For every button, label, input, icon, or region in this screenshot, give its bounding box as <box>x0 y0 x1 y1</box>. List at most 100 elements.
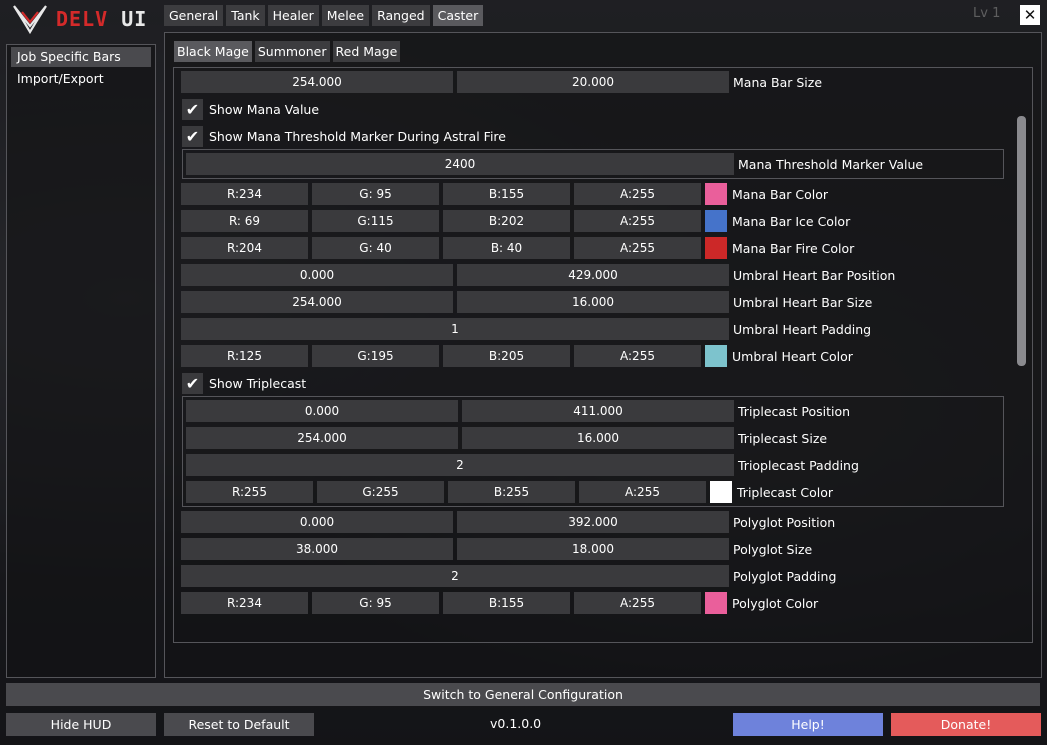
show-triplecast-row: ✔ Show Triplecast <box>182 372 306 394</box>
polyglot-color-a[interactable]: A:255 <box>574 592 701 614</box>
mana-bar-ice-color-swatch[interactable] <box>705 210 727 232</box>
show-mana-value-row: ✔ Show Mana Value <box>182 98 319 120</box>
umbral-heart-color-r[interactable]: R:125 <box>181 345 308 367</box>
polyglot-y-input[interactable]: 392.000 <box>457 511 729 533</box>
triplecast-size-row: 254.000 16.000 Triplecast Size <box>186 427 827 449</box>
triplecast-color-row: R:255 G:255 B:255 A:255 Triplecast Color <box>186 481 833 503</box>
version-label: v0.1.0.0 <box>490 716 542 731</box>
scrollbar-thumb[interactable] <box>1017 116 1026 366</box>
show-triplecast-checkbox[interactable]: ✔ <box>182 372 203 394</box>
mana-bar-fire-color-label: Mana Bar Fire Color <box>732 240 855 256</box>
polyglot-color-swatch[interactable] <box>705 592 727 614</box>
triplecast-color-a[interactable]: A:255 <box>579 481 706 503</box>
triplecast-color-g[interactable]: G:255 <box>317 481 444 503</box>
mana-bar-color-g[interactable]: G: 95 <box>312 183 439 205</box>
mana-bar-color-r[interactable]: R:234 <box>181 183 308 205</box>
polyglot-height-input[interactable]: 18.000 <box>457 538 729 560</box>
mana-bar-fire-color-g[interactable]: G: 40 <box>312 237 439 259</box>
show-mana-value-checkbox[interactable]: ✔ <box>182 98 203 120</box>
umbral-heart-height-input[interactable]: 16.000 <box>457 291 729 313</box>
close-icon: ✕ <box>1023 6 1037 24</box>
mana-bar-color-a[interactable]: A:255 <box>574 183 701 205</box>
polyglot-color-r[interactable]: R:234 <box>181 592 308 614</box>
umbral-heart-size-row: 254.000 16.000 Umbral Heart Bar Size <box>181 291 872 313</box>
sidebar-item-import-export[interactable]: Import/Export <box>11 69 151 89</box>
mana-bar-fire-color-a[interactable]: A:255 <box>574 237 701 259</box>
polyglot-size-label: Polyglot Size <box>733 541 813 557</box>
mana-bar-color-swatch[interactable] <box>705 183 727 205</box>
mana-bar-ice-color-b[interactable]: B:202 <box>443 210 570 232</box>
triplecast-width-input[interactable]: 254.000 <box>186 427 458 449</box>
tab-general[interactable]: General <box>164 5 224 26</box>
polyglot-x-input[interactable]: 0.000 <box>181 511 453 533</box>
triplecast-group: 0.000 411.000 Triplecast Position 254.00… <box>182 396 1004 507</box>
close-button[interactable]: ✕ <box>1020 5 1040 25</box>
umbral-heart-color-swatch[interactable] <box>705 345 727 367</box>
mana-bar-height-input[interactable]: 20.000 <box>457 71 729 93</box>
umbral-heart-padding-label: Umbral Heart Padding <box>733 321 872 337</box>
umbral-heart-x-input[interactable]: 0.000 <box>181 264 453 286</box>
settings-scroll-area: 254.000 20.000 Mana Bar Size ✔ Show Mana… <box>173 67 1033 643</box>
threshold-value-input[interactable]: 2400 <box>186 153 734 175</box>
threshold-group: 2400 Mana Threshold Marker Value <box>182 149 1004 179</box>
show-mana-value-label: Show Mana Value <box>209 101 320 117</box>
triplecast-color-label: Triplecast Color <box>737 484 834 500</box>
show-threshold-checkbox[interactable]: ✔ <box>182 125 203 147</box>
polyglot-size-row: 38.000 18.000 Polyglot Size <box>181 538 812 560</box>
polyglot-padding-input[interactable]: 2 <box>181 565 729 587</box>
mana-bar-color-b[interactable]: B:155 <box>443 183 570 205</box>
triplecast-color-swatch[interactable] <box>710 481 732 503</box>
main-panel: Black Mage Summoner Red Mage 254.000 20.… <box>164 32 1042 678</box>
triplecast-height-input[interactable]: 16.000 <box>462 427 734 449</box>
settings-scrollbar[interactable] <box>1012 68 1030 642</box>
tab-caster[interactable]: Caster <box>432 5 484 26</box>
umbral-heart-padding-row: 1 Umbral Heart Padding <box>181 318 871 340</box>
umbral-heart-width-input[interactable]: 254.000 <box>181 291 453 313</box>
donate-button[interactable]: Donate! <box>891 713 1041 736</box>
triplecast-padding-input[interactable]: 2 <box>186 454 734 476</box>
tab-red-mage[interactable]: Red Mage <box>332 41 401 62</box>
umbral-heart-color-b[interactable]: B:205 <box>443 345 570 367</box>
logo-text-right: UI <box>121 7 148 31</box>
tab-melee[interactable]: Melee <box>321 5 370 26</box>
tab-ranged[interactable]: Ranged <box>372 5 430 26</box>
umbral-heart-y-input[interactable]: 429.000 <box>457 264 729 286</box>
tab-black-mage[interactable]: Black Mage <box>174 41 252 62</box>
mana-bar-ice-color-a[interactable]: A:255 <box>574 210 701 232</box>
umbral-heart-padding-input[interactable]: 1 <box>181 318 729 340</box>
polyglot-width-input[interactable]: 38.000 <box>181 538 453 560</box>
umbral-heart-color-a[interactable]: A:255 <box>574 345 701 367</box>
triplecast-padding-label: Trioplecast Padding <box>738 457 859 473</box>
mana-bar-fire-color-row: R:204 G: 40 B: 40 A:255 Mana Bar Fire Co… <box>181 237 854 259</box>
help-button[interactable]: Help! <box>733 713 883 736</box>
mana-bar-ice-color-g[interactable]: G:115 <box>312 210 439 232</box>
reset-default-button[interactable]: Reset to Default <box>164 713 314 736</box>
threshold-value-row: 2400 Mana Threshold Marker Value <box>186 153 923 175</box>
config-window: DELV UI General Tank Healer Melee Ranged… <box>0 0 1047 745</box>
polyglot-color-b[interactable]: B:155 <box>443 592 570 614</box>
umbral-heart-color-label: Umbral Heart Color <box>732 348 853 364</box>
mana-bar-fire-color-r[interactable]: R:204 <box>181 237 308 259</box>
triplecast-color-b[interactable]: B:255 <box>448 481 575 503</box>
tab-summoner[interactable]: Summoner <box>254 41 330 62</box>
triplecast-y-input[interactable]: 411.000 <box>462 400 734 422</box>
polyglot-color-g[interactable]: G: 95 <box>312 592 439 614</box>
tab-healer[interactable]: Healer <box>267 5 319 26</box>
mana-bar-ice-color-r[interactable]: R: 69 <box>181 210 308 232</box>
polyglot-color-label: Polyglot Color <box>732 595 819 611</box>
mana-bar-width-input[interactable]: 254.000 <box>181 71 453 93</box>
checkmark-icon: ✔ <box>185 373 200 393</box>
sidebar-item-job-specific-bars[interactable]: Job Specific Bars <box>11 47 151 67</box>
mana-bar-size-row: 254.000 20.000 Mana Bar Size <box>181 71 822 93</box>
threshold-value-label: Mana Threshold Marker Value <box>738 156 924 172</box>
triplecast-x-input[interactable]: 0.000 <box>186 400 458 422</box>
mana-bar-fire-color-swatch[interactable] <box>705 237 727 259</box>
triplecast-color-r[interactable]: R:255 <box>186 481 313 503</box>
mana-bar-fire-color-b[interactable]: B: 40 <box>443 237 570 259</box>
switch-general-config-button[interactable]: Switch to General Configuration <box>6 683 1040 706</box>
tab-tank[interactable]: Tank <box>226 5 265 26</box>
hide-hud-button[interactable]: Hide HUD <box>6 713 156 736</box>
umbral-heart-color-g[interactable]: G:195 <box>312 345 439 367</box>
mana-bar-color-label: Mana Bar Color <box>732 186 828 202</box>
logo-text: DELV UI <box>56 7 147 31</box>
